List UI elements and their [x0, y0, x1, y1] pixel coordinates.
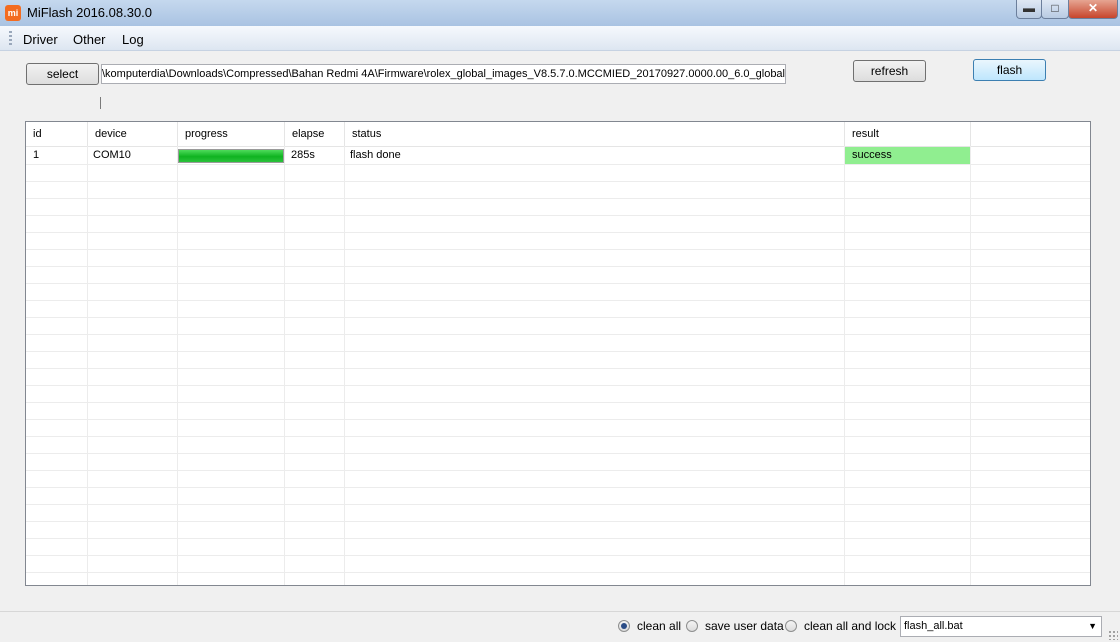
chevron-down-icon[interactable]: ▼: [1088, 617, 1097, 636]
resize-grip-icon[interactable]: [1108, 630, 1118, 640]
row-divider: [26, 538, 1090, 539]
save-user-data-radio[interactable]: [686, 620, 698, 632]
miflash-app-icon: mi: [5, 5, 21, 21]
flash-script-value: flash_all.bat: [904, 620, 963, 632]
cell-device: COM10: [93, 149, 131, 161]
select-button[interactable]: select: [26, 63, 99, 85]
grid-header: id device progress elapse status result: [26, 122, 1090, 147]
row-divider: [26, 300, 1090, 301]
cell-result: success: [845, 147, 970, 164]
column-header-device[interactable]: device: [88, 122, 178, 146]
menu-grip-icon: [9, 31, 12, 45]
column-divider: [844, 146, 845, 585]
clean-all-and-lock-radio[interactable]: [785, 620, 797, 632]
row-divider: [26, 164, 1090, 165]
column-divider: [87, 146, 88, 585]
column-divider: [284, 146, 285, 585]
minimize-button[interactable]: ▬: [1016, 0, 1042, 19]
column-divider: [177, 146, 178, 585]
firmware-path-text: ers\komputerdia\Downloads\Compressed\Bah…: [101, 68, 785, 80]
status-bar: clean all save user data clean all and l…: [0, 611, 1120, 642]
row-divider: [26, 521, 1090, 522]
row-divider: [26, 232, 1090, 233]
row-divider: [26, 351, 1090, 352]
row-divider: [26, 402, 1090, 403]
progress-fill: [179, 150, 283, 162]
row-divider: [26, 368, 1090, 369]
window-title: MiFlash 2016.08.30.0: [27, 5, 153, 20]
splitter-handle[interactable]: [100, 97, 101, 109]
row-divider: [26, 572, 1090, 573]
cell-status: flash done: [350, 149, 401, 161]
row-divider: [26, 198, 1090, 199]
row-divider: [26, 249, 1090, 250]
column-divider: [970, 146, 971, 585]
menu-driver[interactable]: Driver: [23, 32, 58, 47]
row-divider: [26, 283, 1090, 284]
row-divider: [26, 436, 1090, 437]
column-header-status[interactable]: status: [345, 122, 845, 146]
title-bar: mi MiFlash 2016.08.30.0 ▬ □ ✕: [0, 0, 1120, 27]
column-header-elapse[interactable]: elapse: [285, 122, 345, 146]
clean-all-radio[interactable]: [618, 620, 630, 632]
menu-log[interactable]: Log: [122, 32, 144, 47]
maximize-button[interactable]: □: [1041, 0, 1069, 19]
row-divider: [26, 334, 1090, 335]
flash-button[interactable]: flash: [973, 59, 1046, 81]
column-header-progress[interactable]: progress: [178, 122, 285, 146]
row-divider: [26, 181, 1090, 182]
column-header-id[interactable]: id: [26, 122, 88, 146]
clean-all-and-lock-label[interactable]: clean all and lock: [804, 619, 896, 633]
cell-progress-bar: [178, 149, 284, 163]
row-divider: [26, 385, 1090, 386]
menu-bar: Driver Other Log: [0, 26, 1120, 51]
save-user-data-label[interactable]: save user data: [705, 619, 784, 633]
menu-other[interactable]: Other: [73, 32, 106, 47]
firmware-path-input[interactable]: ers\komputerdia\Downloads\Compressed\Bah…: [101, 64, 786, 84]
row-divider: [26, 504, 1090, 505]
column-header-result[interactable]: result: [845, 122, 971, 146]
cell-elapse: 285s: [291, 149, 315, 161]
flash-script-select[interactable]: flash_all.bat ▼: [900, 616, 1102, 637]
clean-all-label[interactable]: clean all: [637, 619, 681, 633]
close-button[interactable]: ✕: [1068, 0, 1118, 19]
row-divider: [26, 453, 1090, 454]
row-divider: [26, 470, 1090, 471]
row-divider: [26, 487, 1090, 488]
row-divider: [26, 317, 1090, 318]
row-divider: [26, 266, 1090, 267]
refresh-button[interactable]: refresh: [853, 60, 926, 82]
cell-id: 1: [33, 149, 40, 161]
row-divider: [26, 215, 1090, 216]
column-divider: [344, 146, 345, 585]
row-divider: [26, 555, 1090, 556]
device-grid[interactable]: id device progress elapse status result …: [25, 121, 1091, 586]
row-divider: [26, 419, 1090, 420]
